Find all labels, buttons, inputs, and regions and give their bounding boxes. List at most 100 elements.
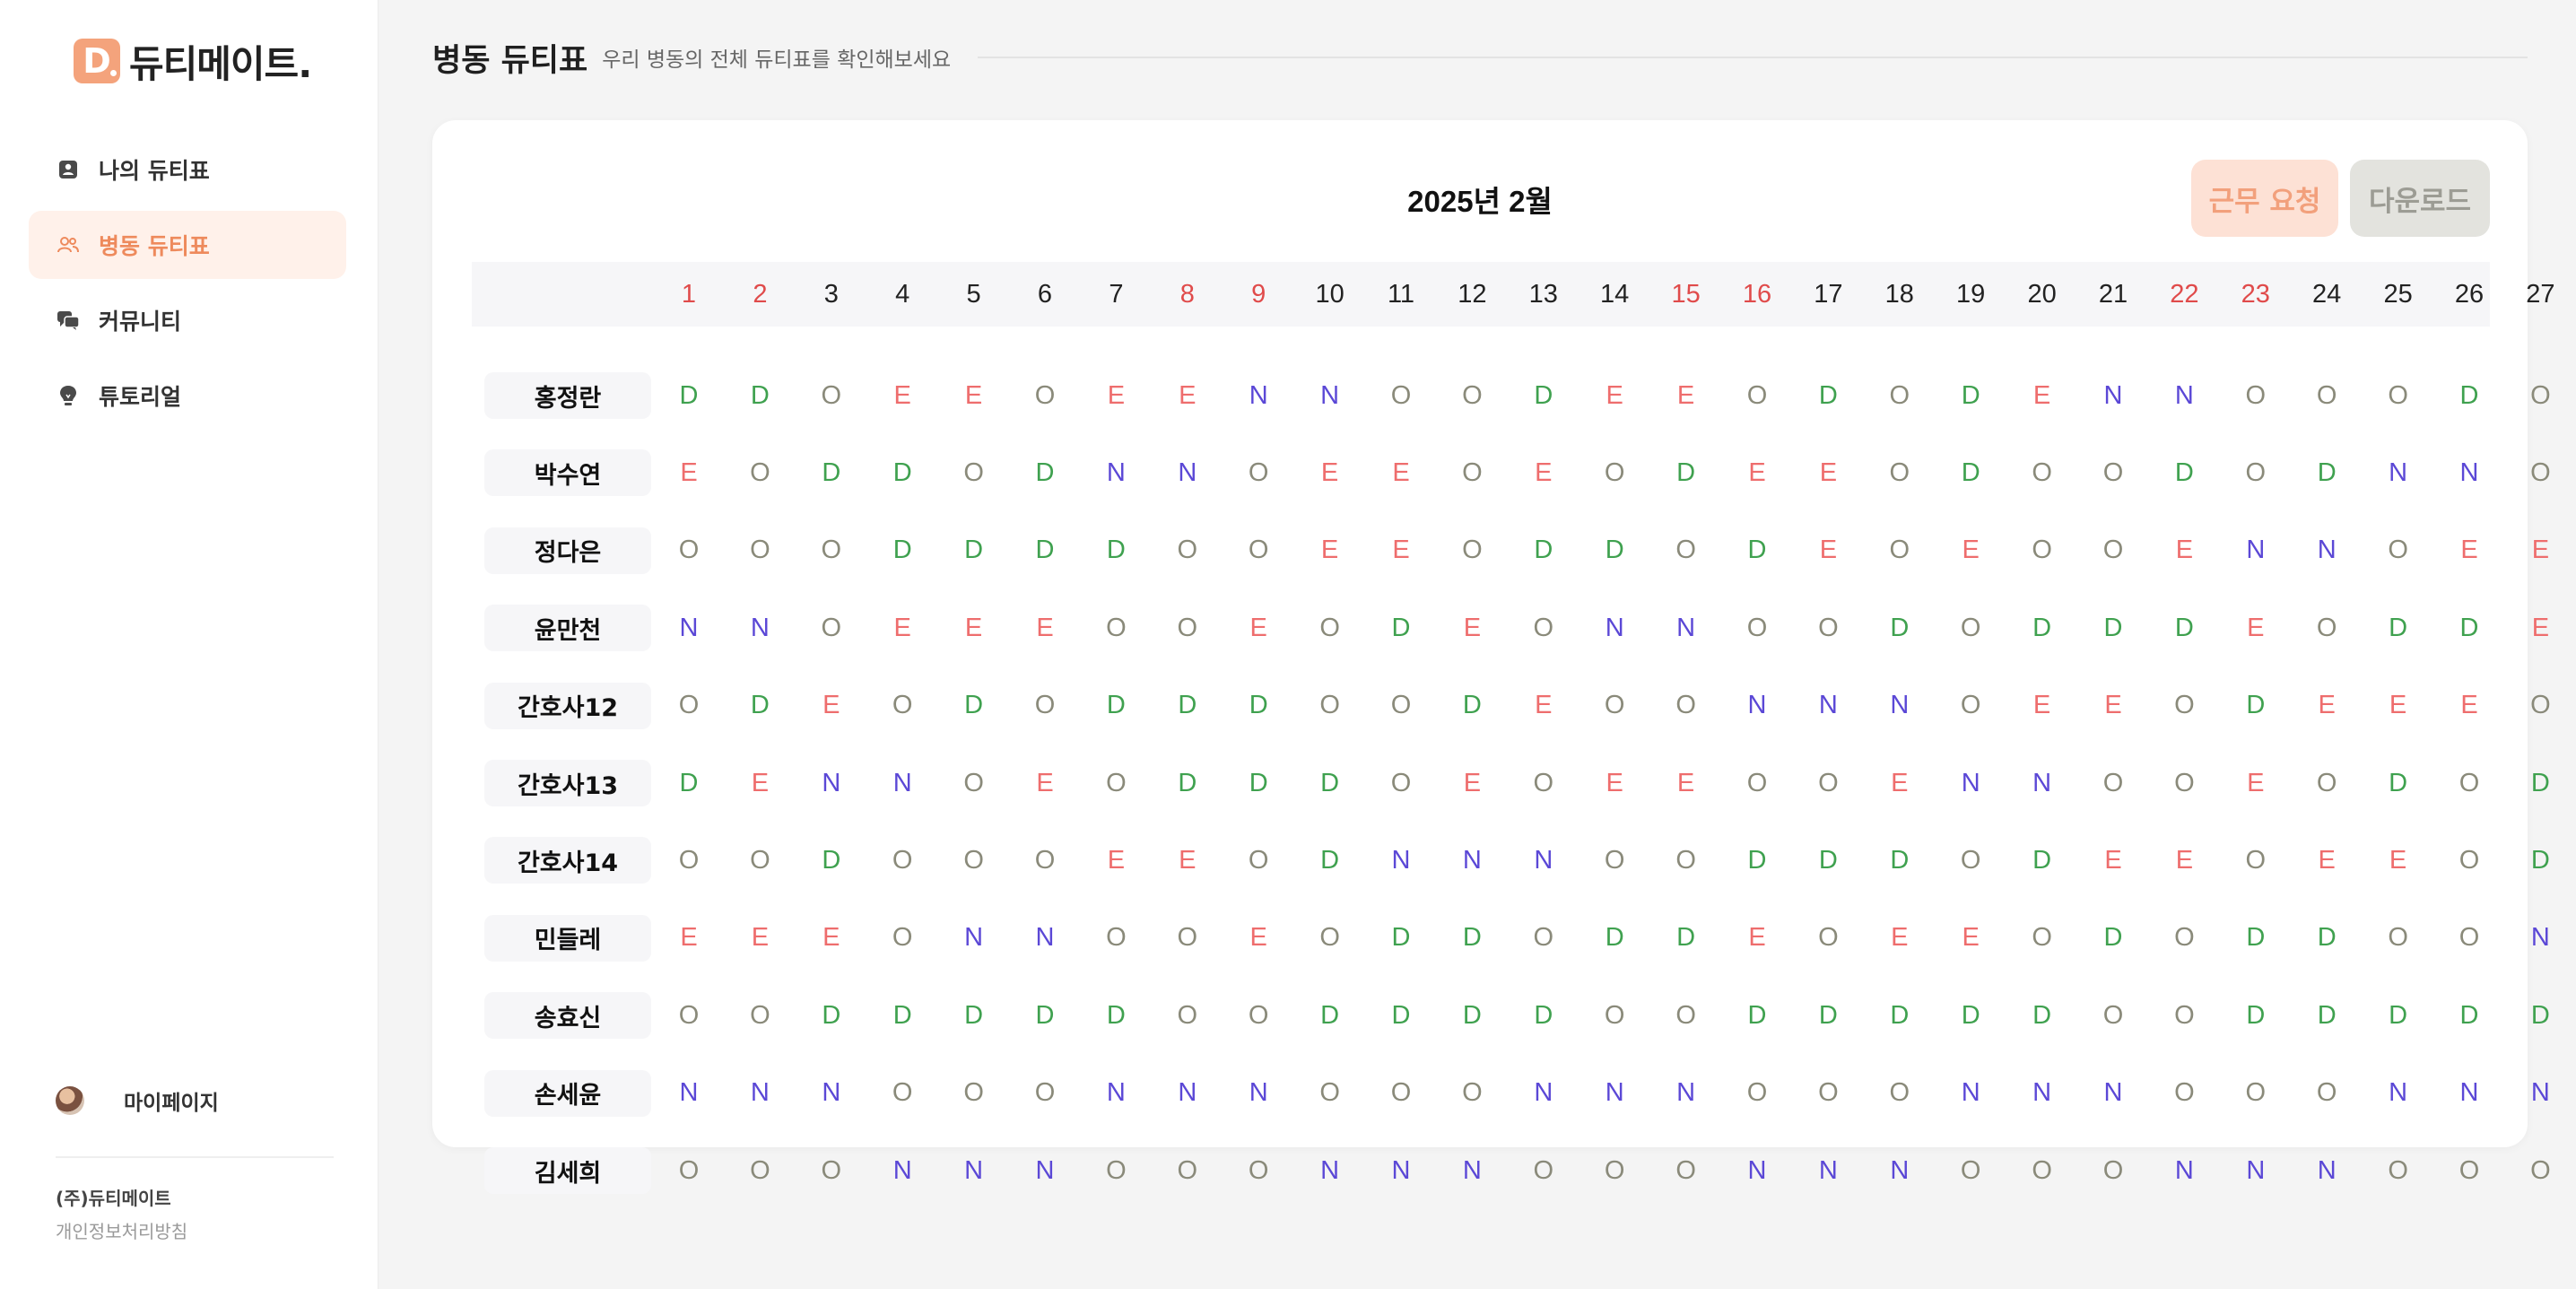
shift-cell[interactable]: D [2371, 760, 2425, 806]
mypage-link[interactable]: 마이페이지 [56, 1085, 219, 1116]
shift-cell[interactable]: O [662, 683, 716, 729]
shift-cell[interactable]: D [1659, 449, 1713, 496]
shift-cell[interactable]: N [1588, 605, 1641, 651]
shift-cell[interactable]: N [1801, 1147, 1855, 1194]
shift-cell[interactable]: O [1944, 1147, 1997, 1194]
privacy-policy-link[interactable]: 개인정보처리방침 [56, 1217, 187, 1243]
shift-cell[interactable]: D [1374, 605, 1428, 651]
shift-cell[interactable]: O [1944, 683, 1997, 729]
shift-cell[interactable]: O [1588, 1147, 1641, 1194]
shift-cell[interactable]: O [1445, 372, 1499, 419]
shift-cell[interactable]: D [1303, 760, 1357, 806]
shift-cell[interactable]: E [2015, 683, 2069, 729]
shift-cell[interactable]: E [2229, 760, 2283, 806]
shift-cell[interactable]: N [1588, 1070, 1641, 1117]
shift-cell[interactable]: O [1161, 1147, 1214, 1194]
shift-cell[interactable]: E [875, 605, 929, 651]
shift-cell[interactable]: E [805, 915, 858, 962]
shift-cell[interactable]: O [2513, 683, 2567, 729]
shift-cell[interactable]: D [1445, 915, 1499, 962]
sidebar-item-tutorial[interactable]: 튜토리얼 [29, 361, 346, 430]
shift-cell[interactable]: D [2513, 760, 2567, 806]
shift-cell[interactable]: D [805, 992, 858, 1039]
shift-cell[interactable]: O [805, 527, 858, 574]
shift-cell[interactable]: D [1303, 992, 1357, 1039]
shift-cell[interactable]: O [2371, 527, 2425, 574]
shift-cell[interactable]: O [1303, 915, 1357, 962]
shift-cell[interactable]: E [1801, 527, 1855, 574]
shift-cell[interactable]: E [947, 372, 1001, 419]
shift-cell[interactable]: D [2513, 837, 2567, 884]
shift-cell[interactable]: D [1659, 915, 1713, 962]
shift-cell[interactable]: O [2157, 760, 2211, 806]
shift-cell[interactable]: O [2157, 992, 2211, 1039]
shift-cell[interactable]: O [1801, 760, 1855, 806]
shift-cell[interactable]: E [1517, 683, 1571, 729]
shift-cell[interactable]: E [733, 760, 787, 806]
shift-cell[interactable]: E [1873, 760, 1927, 806]
shift-cell[interactable]: D [1873, 837, 1927, 884]
shift-cell[interactable]: O [1089, 1147, 1143, 1194]
shift-cell[interactable]: N [1303, 372, 1357, 419]
shift-cell[interactable]: D [1730, 992, 1784, 1039]
shift-cell[interactable]: E [2371, 837, 2425, 884]
shift-cell[interactable]: E [2229, 605, 2283, 651]
shift-cell[interactable]: O [1231, 449, 1285, 496]
shift-cell[interactable]: D [2086, 605, 2140, 651]
shift-cell[interactable]: O [2442, 1147, 2496, 1194]
shift-cell[interactable]: N [2229, 527, 2283, 574]
shift-cell[interactable]: D [2015, 992, 2069, 1039]
shift-cell[interactable]: E [1944, 527, 1997, 574]
shift-cell[interactable]: O [1517, 1147, 1571, 1194]
shift-cell[interactable]: D [1517, 372, 1571, 419]
shift-cell[interactable]: E [2513, 605, 2567, 651]
shift-cell[interactable]: N [2157, 1147, 2211, 1194]
shift-cell[interactable]: O [733, 992, 787, 1039]
app-logo[interactable]: D 듀티메이트. [74, 38, 312, 86]
shift-cell[interactable]: D [2442, 372, 2496, 419]
shift-cell[interactable]: N [1944, 1070, 1997, 1117]
shift-cell[interactable]: O [875, 683, 929, 729]
shift-cell[interactable]: N [875, 760, 929, 806]
shift-cell[interactable]: E [2157, 527, 2211, 574]
shift-cell[interactable]: E [662, 915, 716, 962]
shift-cell[interactable]: N [1730, 683, 1784, 729]
shift-cell[interactable]: O [662, 1147, 716, 1194]
shift-cell[interactable]: O [947, 1070, 1001, 1117]
shift-cell[interactable]: N [947, 915, 1001, 962]
shift-cell[interactable]: O [2300, 605, 2354, 651]
shift-cell[interactable]: D [733, 372, 787, 419]
shift-cell[interactable]: O [1588, 992, 1641, 1039]
shift-cell[interactable]: O [1801, 605, 1855, 651]
shift-cell[interactable]: O [1730, 760, 1784, 806]
shift-cell[interactable]: D [1303, 837, 1357, 884]
shift-cell[interactable]: O [1018, 1070, 1072, 1117]
shift-cell[interactable]: D [1018, 527, 1072, 574]
shift-cell[interactable]: N [1231, 1070, 1285, 1117]
shift-cell[interactable]: O [1659, 992, 1713, 1039]
shift-cell[interactable]: N [2086, 1070, 2140, 1117]
shift-cell[interactable]: O [2015, 1147, 2069, 1194]
shift-cell[interactable]: O [2513, 1147, 2567, 1194]
shift-cell[interactable]: O [1161, 992, 1214, 1039]
shift-cell[interactable]: E [2300, 837, 2354, 884]
shift-cell[interactable]: O [1018, 837, 1072, 884]
shift-cell[interactable]: D [1588, 915, 1641, 962]
shift-cell[interactable]: N [1944, 760, 1997, 806]
shift-cell[interactable]: D [1730, 527, 1784, 574]
shift-cell[interactable]: D [2157, 605, 2211, 651]
shift-cell[interactable]: N [2513, 915, 2567, 962]
shift-cell[interactable]: D [2371, 605, 2425, 651]
shift-cell[interactable]: O [662, 837, 716, 884]
shift-cell[interactable]: D [1445, 683, 1499, 729]
shift-cell[interactable]: N [1659, 605, 1713, 651]
shift-cell[interactable]: O [733, 527, 787, 574]
shift-cell[interactable]: O [1374, 1070, 1428, 1117]
shift-cell[interactable]: D [1161, 760, 1214, 806]
shift-cell[interactable]: D [1089, 683, 1143, 729]
shift-cell[interactable]: N [2442, 449, 2496, 496]
shift-cell[interactable]: D [2442, 992, 2496, 1039]
shift-cell[interactable]: E [1018, 760, 1072, 806]
shift-cell[interactable]: O [875, 915, 929, 962]
shift-cell[interactable]: O [1089, 605, 1143, 651]
